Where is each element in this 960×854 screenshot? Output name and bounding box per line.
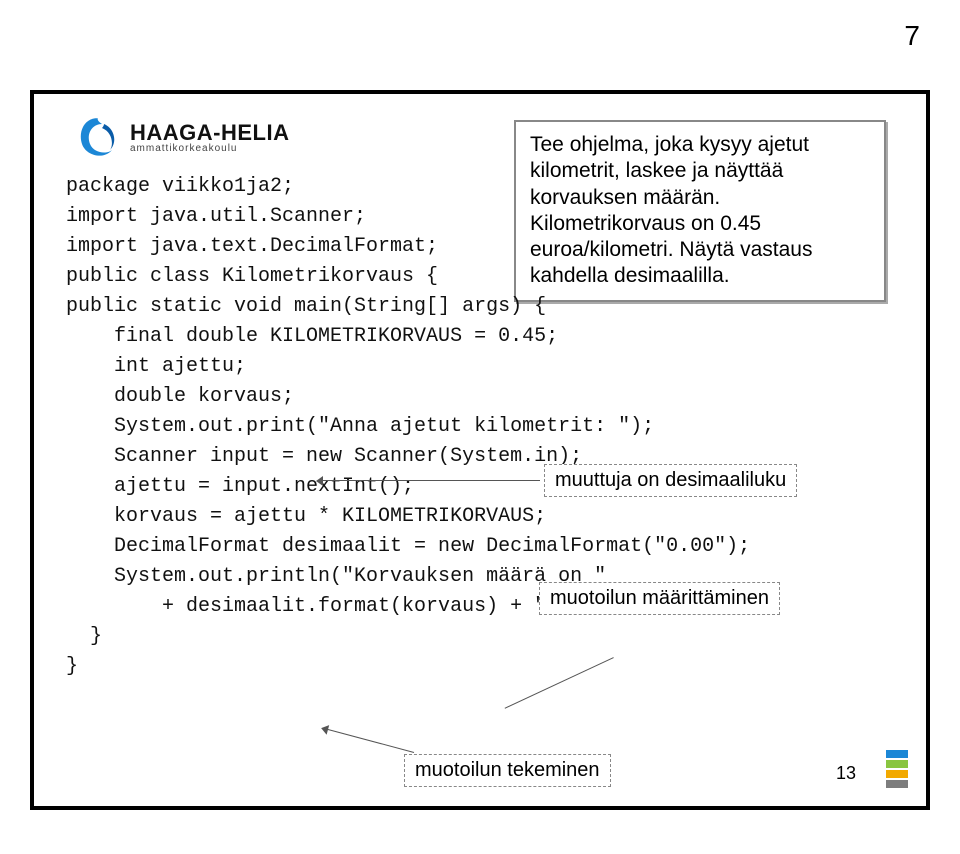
code-line: System.out.print("Anna ajetut kilometrit…: [66, 415, 654, 438]
page-number-top: 7: [904, 20, 920, 52]
arrow-to-var-annotation: [322, 480, 540, 481]
code-line: }: [66, 625, 102, 648]
code-line: import java.text.DecimalFormat;: [66, 235, 438, 258]
arrow-to-format-apply: [327, 729, 414, 753]
code-line: package viikko1ja2;: [66, 175, 294, 198]
code-line: double korvaus;: [66, 385, 294, 408]
code-line: korvaus = ajettu * KILOMETRIKORVAUS;: [66, 505, 546, 528]
code-line: ajettu = input.nextInt();: [66, 475, 414, 498]
logo-sub-text: ammattikorkeakoulu: [130, 144, 290, 154]
code-line: int ajettu;: [66, 355, 246, 378]
logo-icon: [74, 114, 122, 162]
annotation-format-apply: muotoilun tekeminen: [404, 754, 611, 787]
code-line: }: [66, 655, 78, 678]
annotation-var-type: muuttuja on desimaaliluku: [544, 464, 797, 497]
code-line: public static void main(String[] args) {: [66, 295, 546, 318]
slide-frame: HAAGA-HELIA ammattikorkeakoulu Tee ohjel…: [30, 90, 930, 810]
code-line: import java.util.Scanner;: [66, 205, 366, 228]
logo: HAAGA-HELIA ammattikorkeakoulu: [74, 114, 290, 162]
code-line: System.out.println("Korvauksen määrä on …: [66, 565, 606, 588]
code-line: public class Kilometrikorvaus {: [66, 265, 438, 288]
code-line: Scanner input = new Scanner(System.in);: [66, 445, 582, 468]
annotation-format-def: muotoilun määrittäminen: [539, 582, 780, 615]
logo-main-text: HAAGA-HELIA: [130, 122, 290, 144]
slide-number: 13: [836, 763, 856, 784]
code-line: DecimalFormat desimaalit = new DecimalFo…: [66, 535, 750, 558]
code-line: final double KILOMETRIKORVAUS = 0.45;: [66, 325, 558, 348]
color-bars-icon: [886, 750, 908, 788]
